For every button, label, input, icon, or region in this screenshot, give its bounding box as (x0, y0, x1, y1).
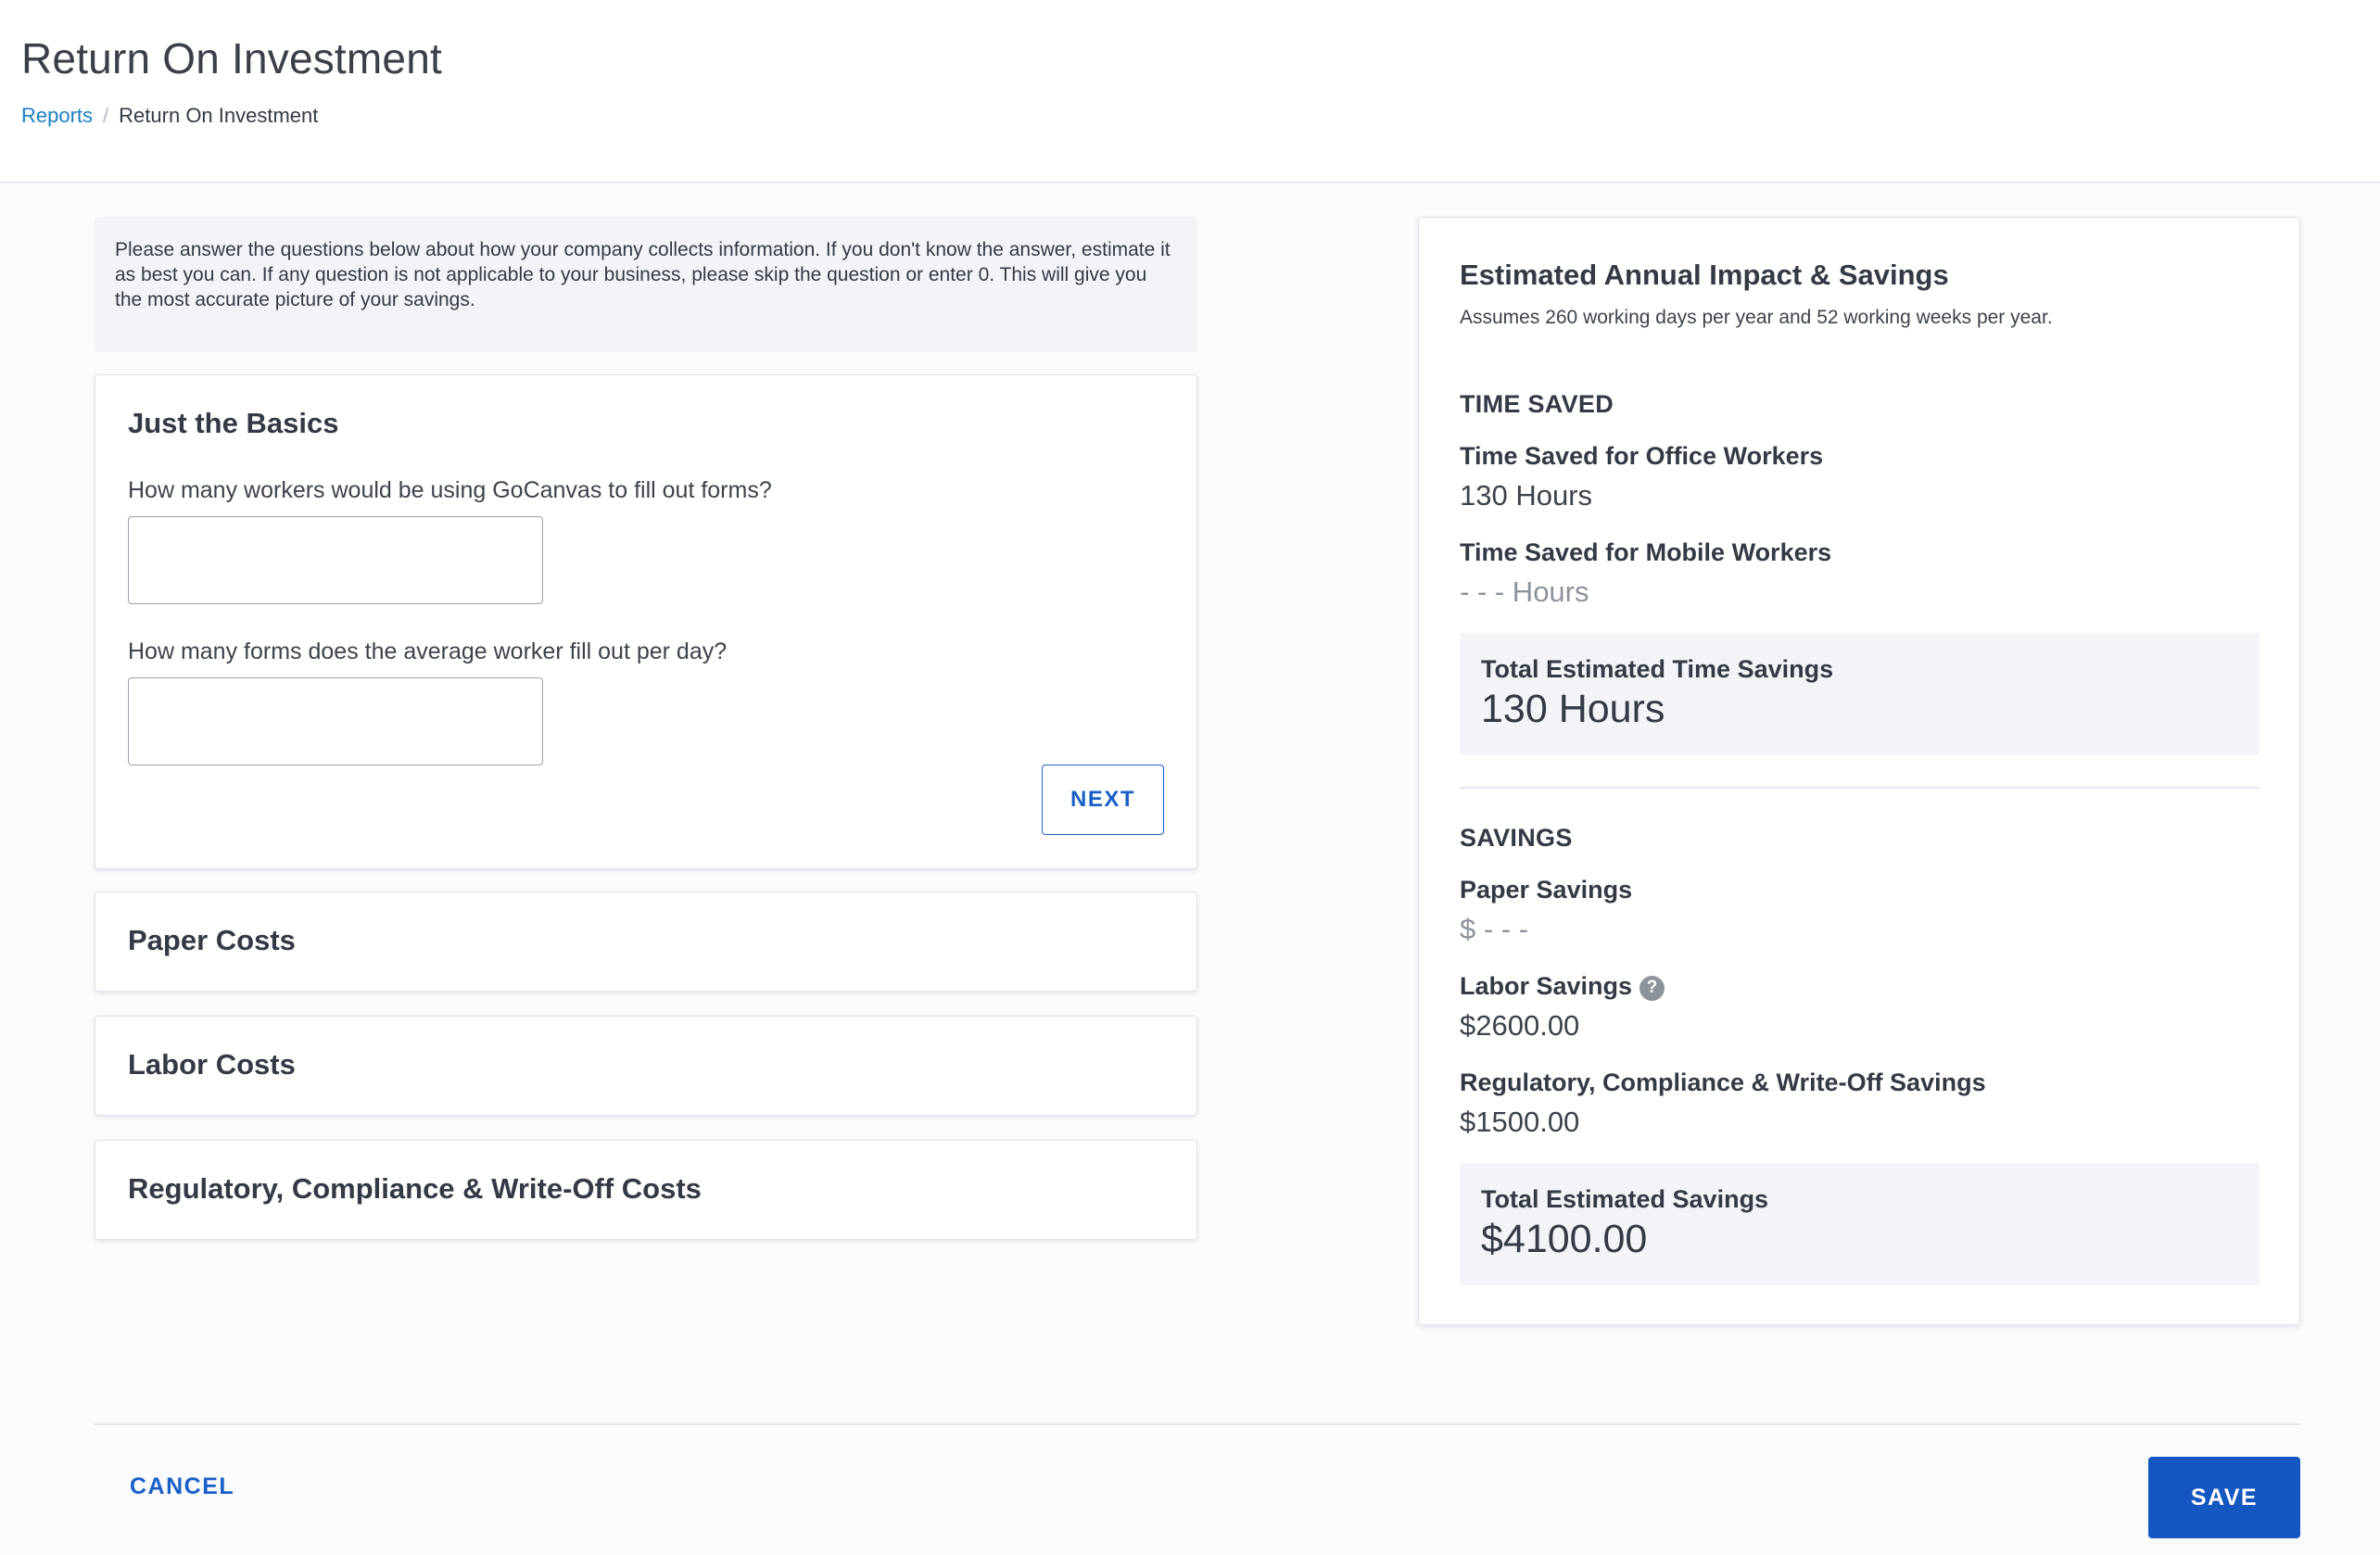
breadcrumb-current: Return On Investment (119, 104, 319, 127)
paper-savings-value: $ - - - (1460, 913, 1529, 945)
regulatory-savings-label: Regulatory, Compliance & Write-Off Savin… (1460, 1068, 1986, 1096)
breadcrumb-reports-link[interactable]: Reports (21, 104, 93, 128)
breadcrumb-separator: / (103, 104, 109, 127)
labor-costs-title: Labor Costs (128, 1048, 296, 1081)
total-time-label: Total Estimated Time Savings (1481, 655, 1834, 683)
summary-divider (1460, 787, 2260, 789)
footer-divider (95, 1423, 2300, 1425)
regulatory-savings-value: $1500.00 (1460, 1106, 1580, 1138)
save-button[interactable]: SAVE (2148, 1457, 2300, 1538)
regulatory-costs-section[interactable]: Regulatory, Compliance & Write-Off Costs (95, 1140, 1197, 1240)
workers-question-label: How many workers would be using GoCanvas… (128, 477, 772, 503)
labor-savings-label: Labor Savings (1460, 972, 1633, 1000)
basics-title: Just the Basics (128, 407, 339, 439)
total-savings-box: Total Estimated Savings $4100.00 (1460, 1163, 2260, 1285)
regulatory-costs-title: Regulatory, Compliance & Write-Off Costs (128, 1172, 702, 1205)
paper-costs-section[interactable]: Paper Costs (95, 891, 1197, 992)
summary-subtitle: Assumes 260 working days per year and 52… (1460, 307, 2053, 328)
labor-savings-row: Labor Savings? (1460, 972, 1665, 1001)
page-title: Return On Investment (21, 34, 442, 82)
labor-savings-value: $2600.00 (1460, 1009, 1580, 1042)
office-time-value: 130 Hours (1460, 479, 1593, 512)
workers-count-input[interactable] (128, 516, 543, 604)
office-time-label: Time Saved for Office Workers (1460, 442, 1824, 470)
help-icon[interactable]: ? (1639, 975, 1665, 1001)
total-savings-value: $4100.00 (1481, 1217, 1648, 1261)
total-time-value: 130 Hours (1481, 687, 1665, 731)
total-savings-label: Total Estimated Savings (1481, 1185, 1769, 1213)
total-time-savings-box: Total Estimated Time Savings 130 Hours (1460, 633, 2260, 755)
forms-per-day-question-label: How many forms does the average worker f… (128, 638, 728, 664)
basics-card: Just the Basics How many workers would b… (95, 374, 1197, 869)
forms-per-day-input[interactable] (128, 677, 543, 765)
paper-savings-label: Paper Savings (1460, 876, 1633, 904)
paper-costs-title: Paper Costs (128, 924, 296, 956)
summary-title: Estimated Annual Impact & Savings (1460, 259, 1949, 291)
intro-instructions: Please answer the questions below about … (95, 217, 1197, 352)
time-saved-heading: TIME SAVED (1460, 390, 1614, 418)
next-button[interactable]: NEXT (1042, 765, 1164, 835)
mobile-time-value: - - - Hours (1460, 575, 1589, 608)
breadcrumb: Reports / Return On Investment (21, 104, 318, 128)
page-header: Return On Investment Reports / Return On… (0, 0, 2380, 183)
mobile-time-label: Time Saved for Mobile Workers (1460, 538, 1832, 566)
savings-heading: SAVINGS (1460, 824, 1573, 852)
labor-costs-section[interactable]: Labor Costs (95, 1016, 1197, 1116)
cancel-button[interactable]: CANCEL (130, 1473, 234, 1500)
savings-summary-panel: Estimated Annual Impact & Savings Assume… (1418, 217, 2300, 1325)
main-content: Please answer the questions below about … (0, 185, 2380, 1555)
